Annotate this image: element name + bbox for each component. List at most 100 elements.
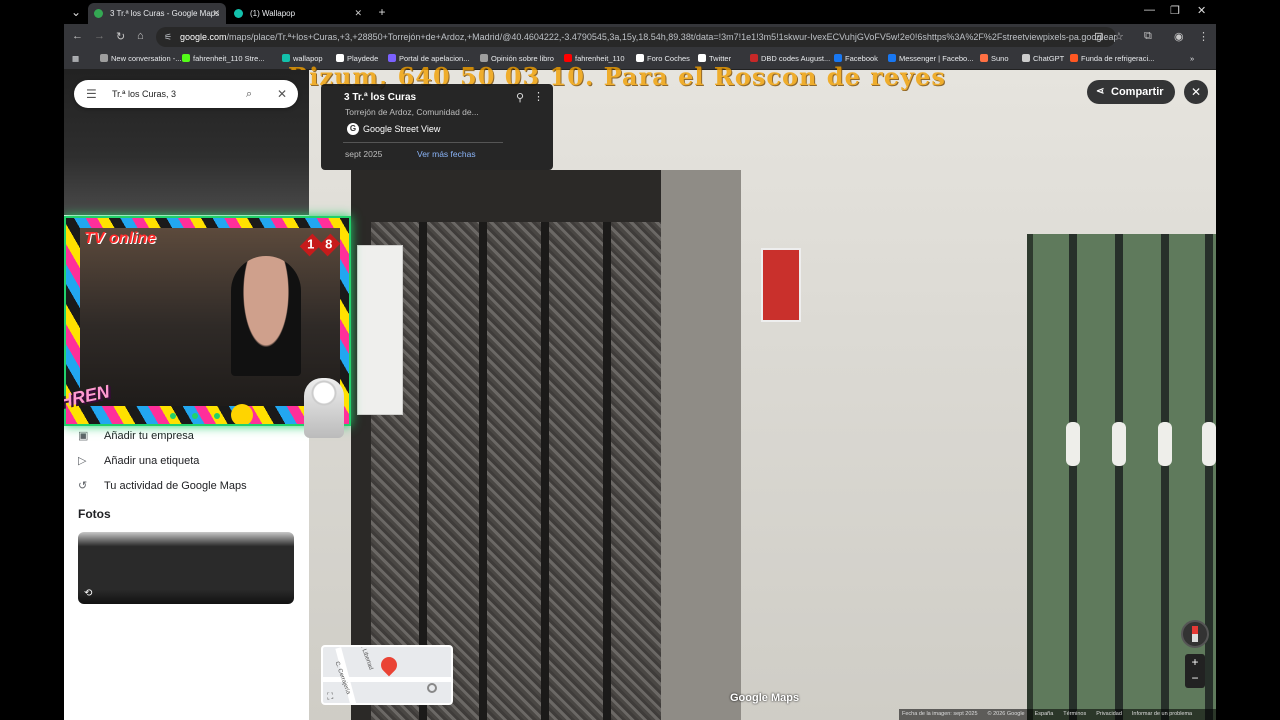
bookmark-favicon-icon (1022, 54, 1030, 62)
bookmark-item[interactable]: New conversation -... (100, 54, 181, 63)
forward-icon[interactable]: → (94, 30, 105, 42)
pacman-dot (170, 413, 176, 419)
zoom-control[interactable]: + − (1185, 654, 1205, 688)
bookmark-favicon-icon (336, 54, 344, 62)
tune-icon[interactable]: ⚟ (164, 27, 172, 47)
window-bar (1069, 234, 1077, 720)
window-close-icon[interactable]: ✕ (1197, 4, 1206, 17)
more-bookmarks-icon[interactable]: » (1190, 54, 1194, 63)
back-icon[interactable]: ← (72, 30, 83, 42)
window-bar (1115, 234, 1123, 720)
bookmark-item[interactable]: ChatGPT (1022, 54, 1064, 63)
wall-sign (761, 248, 801, 322)
bookmark-favicon-icon (564, 54, 572, 62)
age-rating-badge: 18 (299, 233, 341, 257)
mailbox (357, 245, 403, 415)
restore-icon[interactable]: ❐ (1170, 4, 1180, 17)
bookmark-favicon-icon (1070, 54, 1078, 62)
photo-thumbnail[interactable]: ⟲ (78, 532, 294, 604)
browser-menu-icon[interactable]: ⋮ (1198, 30, 1209, 43)
wallapop-favicon-icon (234, 9, 243, 18)
new-tab-icon[interactable]: + (374, 4, 390, 20)
item-label: Tu actividad de Google Maps (104, 480, 247, 492)
compass-icon[interactable] (1181, 620, 1209, 648)
streamer (231, 256, 301, 376)
divider (343, 142, 503, 143)
google-logo-icon: G (347, 123, 359, 135)
minimize-icon[interactable]: — (1144, 4, 1155, 16)
door-bar (541, 222, 549, 720)
age-digit: 8 (325, 236, 333, 252)
url-domain: google.com (180, 32, 227, 42)
capture-date: sept 2025 (345, 149, 383, 159)
bookmark-item[interactable]: Funda de refrigeraci... (1070, 54, 1154, 63)
mini-map[interactable]: C. Libertad C. Cerrajería ⛶ (321, 645, 453, 705)
clear-search-icon[interactable]: ✕ (277, 80, 287, 108)
profile-icon[interactable]: ◉ (1174, 30, 1184, 43)
bookmark-favicon-icon (282, 54, 290, 62)
tab-bar: ⌄ 3 Tr.ª los Curas - Google Maps ✕ (1) W… (64, 0, 1216, 24)
see-more-dates-link[interactable]: Ver más fechas (417, 149, 476, 159)
menu-icon[interactable]: ☰ (86, 80, 97, 108)
street-view-info-card: 3 Tr.ª los Curas Torrejón de Ardoz, Comu… (321, 84, 553, 170)
bookmark-item[interactable]: Suno (980, 54, 1009, 63)
bookmark-label: New conversation -... (111, 54, 182, 63)
photos-heading: Fotos (78, 507, 111, 521)
astronaut-icon (304, 378, 344, 438)
street-label: C. Libertad (357, 645, 374, 671)
footer-link[interactable]: Informar de un problema (1132, 711, 1192, 717)
door-bar (479, 222, 487, 720)
map-pin-icon[interactable]: ⚲ (516, 91, 524, 104)
tab-close-icon[interactable]: ✕ (354, 3, 362, 24)
share-label: Compartir (1111, 86, 1164, 98)
window-bar (1205, 234, 1213, 720)
bookmark-favicon-icon (182, 54, 190, 62)
reload-icon[interactable]: ↻ (116, 30, 125, 43)
share-button[interactable]: ⋖ Compartir (1087, 80, 1175, 104)
url-bar[interactable]: ⚟ google.com/maps/place/Tr.ª+los+Curas,+… (156, 27, 1116, 47)
add-business-link[interactable]: ▣ Añadir tu empresa (78, 429, 194, 442)
zoom-out-button[interactable]: − (1185, 670, 1205, 686)
expand-map-icon[interactable]: ⛶ (327, 691, 333, 702)
maps-footer: Fecha de la imagen: sept 2025 © 2026 Goog… (899, 709, 1216, 720)
tv-online-label: TV online (84, 230, 156, 247)
search-input[interactable]: Tr.ª los Curas, 3 (112, 89, 176, 99)
maps-activity-link[interactable]: ↺ Tu actividad de Google Maps (78, 479, 247, 492)
bookmark-favicon-icon (636, 54, 644, 62)
footer-link[interactable]: España (1035, 711, 1054, 717)
home-icon[interactable]: ⌂ (137, 30, 144, 42)
zoom-in-button[interactable]: + (1185, 654, 1205, 670)
bookmark-favicon-icon (834, 54, 842, 62)
bookmark-favicon-icon (888, 54, 896, 62)
extensions-icon[interactable]: ⧉ (1144, 30, 1152, 43)
bookmark-item[interactable]: fahrenheit_110 Stre... (182, 54, 265, 63)
footer-link[interactable]: © 2026 Google (988, 711, 1025, 717)
search-box[interactable]: ☰ Tr.ª los Curas, 3 ⌕ ✕ (74, 80, 298, 108)
imagery-source: Google Street View (363, 124, 441, 134)
door-bar (603, 222, 611, 720)
footer-link[interactable]: Términos (1063, 711, 1086, 717)
footer-link[interactable]: Privacidad (1096, 711, 1122, 717)
street-view-360-icon: ⟲ (84, 588, 93, 599)
tab-close-icon[interactable]: ✕ (212, 3, 220, 24)
tab-google-maps[interactable]: 3 Tr.ª los Curas - Google Maps ✕ (88, 3, 226, 24)
door-jamb (661, 170, 741, 720)
install-app-icon[interactable]: ⊡ (1094, 30, 1103, 43)
bookmark-favicon-icon (480, 54, 488, 62)
search-icon[interactable]: ⌕ (246, 80, 252, 108)
footer-link: Fecha de la imagen: sept 2025 (902, 711, 978, 717)
tab-wallapop[interactable]: (1) Wallapop ✕ (228, 3, 368, 24)
more-options-icon[interactable]: ⋮ (533, 90, 544, 103)
place-subtitle: Torrejón de Ardoz, Comunidad de... (345, 107, 479, 117)
apps-grid-icon[interactable]: ▦ (72, 54, 79, 63)
browser-window: ⌄ 3 Tr.ª los Curas - Google Maps ✕ (1) W… (64, 0, 1216, 720)
add-label-link[interactable]: ▷ Añadir una etiqueta (78, 454, 199, 467)
my-location-icon[interactable] (427, 683, 437, 693)
close-street-view-button[interactable]: ✕ (1184, 80, 1208, 104)
bookmark-star-icon[interactable]: ☆ (1114, 30, 1124, 43)
item-label: Añadir una etiqueta (104, 455, 200, 467)
pacman-icon (231, 404, 253, 424)
tab-search-icon[interactable]: ⌄ (68, 4, 84, 20)
tab-title: 3 Tr.ª los Curas - Google Maps (110, 9, 220, 18)
bookmark-label: Suno (991, 54, 1009, 63)
